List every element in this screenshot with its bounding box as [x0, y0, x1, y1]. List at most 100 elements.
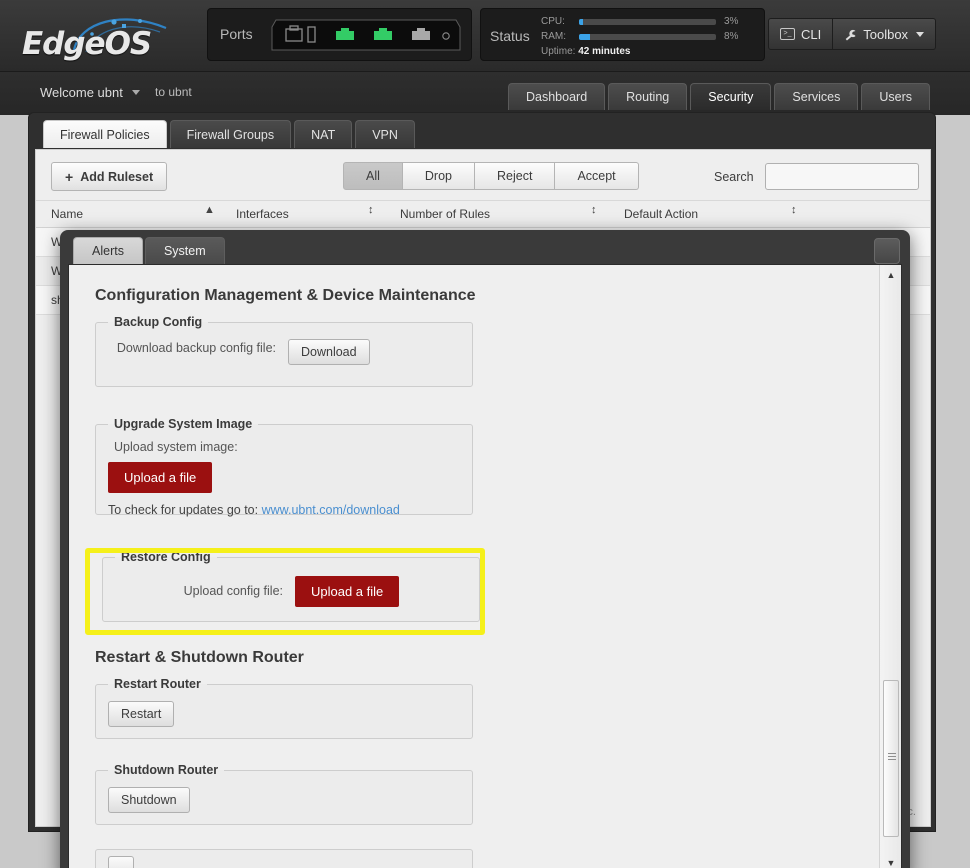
- nav-tab-label: Routing: [626, 90, 670, 104]
- restart-router-row: Restart: [96, 691, 472, 738]
- shutdown-button[interactable]: Shutdown: [108, 787, 190, 813]
- modal-tab-label: System: [163, 244, 206, 258]
- ram-metric-row: RAM: 8%: [541, 29, 738, 44]
- ram-value: 8%: [724, 31, 739, 42]
- cli-button[interactable]: >_ CLI: [768, 18, 834, 50]
- shutdown-router-row: Shutdown: [96, 777, 472, 824]
- chevron-down-icon: [916, 31, 925, 37]
- nav-tab-users[interactable]: Users: [861, 83, 930, 110]
- shutdown-router-legend: Shutdown Router: [114, 763, 219, 777]
- upgrade-legend: Upgrade System Image: [114, 417, 253, 431]
- restart-button[interactable]: Restart: [108, 701, 175, 727]
- cpu-progress-bar: [579, 19, 716, 25]
- subtab-nat[interactable]: NAT: [294, 120, 353, 148]
- security-subtabs: Firewall Policies Firewall Groups NAT VP…: [43, 120, 415, 148]
- policy-filter-group: All Drop Reject Accept: [343, 162, 639, 190]
- upload-config-file-button[interactable]: Upload a file: [295, 576, 400, 607]
- ram-progress-bar: [579, 34, 716, 40]
- modal-tabs: Alerts System: [73, 237, 225, 264]
- uptime-row: Uptime: 42 minutes: [541, 46, 630, 57]
- scrollbar-grip-icon: [888, 753, 896, 760]
- status-panel: Status CPU: 3% RAM: 8% Uptime: 42 minute…: [480, 8, 765, 61]
- toolbox-button-label: Toolbox: [863, 26, 909, 42]
- column-header-interfaces[interactable]: Interfaces: [236, 207, 289, 221]
- subtab-label: NAT: [311, 127, 336, 142]
- reset-button[interactable]: [108, 856, 134, 868]
- upgrade-label: Upload system image:: [114, 440, 238, 454]
- filter-label: Reject: [497, 169, 533, 183]
- welcome-user-menu[interactable]: Welcome ubnt: [40, 85, 141, 100]
- sort-both-icon[interactable]: ↕: [591, 205, 597, 216]
- scroll-down-arrow-icon[interactable]: ▼: [880, 853, 901, 868]
- modal-tab-label: Alerts: [92, 244, 124, 258]
- brand-name: EdgeOS: [22, 26, 152, 62]
- filter-reject-button[interactable]: Reject: [475, 162, 556, 190]
- subtab-vpn[interactable]: VPN: [355, 120, 415, 148]
- filter-label: Drop: [424, 169, 452, 183]
- upload-system-image-button[interactable]: Upload a file: [108, 462, 213, 493]
- ram-label: RAM:: [541, 31, 566, 42]
- column-header-number-of-rules[interactable]: Number of Rules: [400, 207, 490, 221]
- search-input[interactable]: [764, 163, 919, 190]
- config-management-heading: Configuration Management & Device Mainte…: [95, 287, 476, 304]
- subtab-label: VPN: [372, 127, 398, 142]
- subtab-label: Firewall Groups: [186, 127, 275, 142]
- nav-tab-label: Security: [708, 90, 754, 104]
- upgrade-hint: To check for updates go to: www.ubnt.com…: [108, 503, 400, 517]
- sort-both-icon[interactable]: ↕: [791, 205, 797, 216]
- nav-tab-routing[interactable]: Routing: [608, 83, 688, 110]
- filter-all-button[interactable]: All: [343, 162, 403, 190]
- ports-label: Ports: [220, 26, 253, 42]
- status-metrics: CPU: 3% RAM: 8% Uptime: 42 minutes: [541, 14, 738, 57]
- reset-config-row: [96, 850, 472, 868]
- subtab-firewall-groups[interactable]: Firewall Groups: [169, 120, 292, 148]
- upgrade-system-image-fieldset: Upgrade System Image Upload system image…: [95, 417, 473, 517]
- add-ruleset-button[interactable]: + Add Ruleset: [51, 162, 168, 191]
- restore-config-row: Upload config file: Upload a file: [103, 564, 479, 621]
- upgrade-row: Upload system image: Upload a file To ch…: [96, 431, 472, 517]
- scrollbar-thumb[interactable]: [883, 680, 899, 837]
- modal-close-button[interactable]: [874, 238, 900, 264]
- modal-tab-system[interactable]: System: [144, 237, 225, 264]
- add-ruleset-label: Add Ruleset: [80, 169, 154, 184]
- column-header-name[interactable]: Name: [51, 207, 83, 221]
- sort-both-icon[interactable]: ↕: [368, 205, 374, 216]
- nav-tab-services[interactable]: Services: [774, 83, 859, 110]
- main-navigation-tabs: Dashboard Routing Security Services User…: [508, 83, 930, 110]
- edgeos-logo: EdgeOS: [18, 12, 218, 62]
- subtab-firewall-policies[interactable]: Firewall Policies: [43, 120, 167, 148]
- backup-config-legend: Backup Config: [114, 315, 203, 329]
- backup-config-label: Download backup config file:: [116, 341, 276, 355]
- filter-accept-button[interactable]: Accept: [555, 162, 639, 190]
- scroll-up-arrow-icon[interactable]: ▲: [880, 265, 901, 285]
- cli-button-label: CLI: [801, 26, 822, 42]
- toolbox-button[interactable]: Toolbox: [833, 18, 937, 50]
- subtab-label: Firewall Policies: [60, 127, 150, 142]
- nav-tab-security[interactable]: Security: [690, 83, 772, 110]
- sort-asc-icon[interactable]: ▲: [204, 205, 215, 216]
- modal-vertical-scrollbar[interactable]: ▲ ▼: [879, 265, 901, 868]
- restart-router-legend: Restart Router: [114, 677, 201, 691]
- backup-config-fieldset: Backup Config Download backup config fil…: [95, 315, 473, 387]
- status-label: Status: [490, 28, 530, 44]
- cpu-label: CPU:: [541, 16, 565, 27]
- nav-tab-dashboard[interactable]: Dashboard: [508, 83, 606, 110]
- filter-drop-button[interactable]: Drop: [402, 162, 475, 190]
- ubnt-download-link[interactable]: www.ubnt.com/download: [262, 503, 400, 517]
- restore-config-label: Upload config file:: [183, 584, 283, 598]
- tools-panel: >_ CLI Toolbox: [768, 18, 954, 50]
- modal-scroll-area: Configuration Management & Device Mainte…: [69, 265, 881, 868]
- policies-table-header: Name ▲ Interfaces ↕ Number of Rules ↕ De…: [36, 200, 930, 228]
- restart-shutdown-heading: Restart & Shutdown Router: [95, 649, 304, 666]
- uptime-label: Uptime:: [541, 46, 576, 57]
- modal-tab-alerts[interactable]: Alerts: [73, 237, 143, 264]
- ports-device-diagram[interactable]: [270, 17, 462, 53]
- shutdown-router-fieldset: Shutdown Router Shutdown: [95, 763, 473, 825]
- modal-body: Configuration Management & Device Mainte…: [68, 264, 902, 868]
- uptime-value: 42 minutes: [578, 46, 631, 57]
- download-backup-button[interactable]: Download: [288, 339, 370, 365]
- column-header-default-action[interactable]: Default Action: [624, 207, 698, 221]
- filter-label: All: [366, 169, 380, 183]
- reset-config-fieldset: [95, 849, 473, 868]
- cpu-metric-row: CPU: 3%: [541, 14, 738, 29]
